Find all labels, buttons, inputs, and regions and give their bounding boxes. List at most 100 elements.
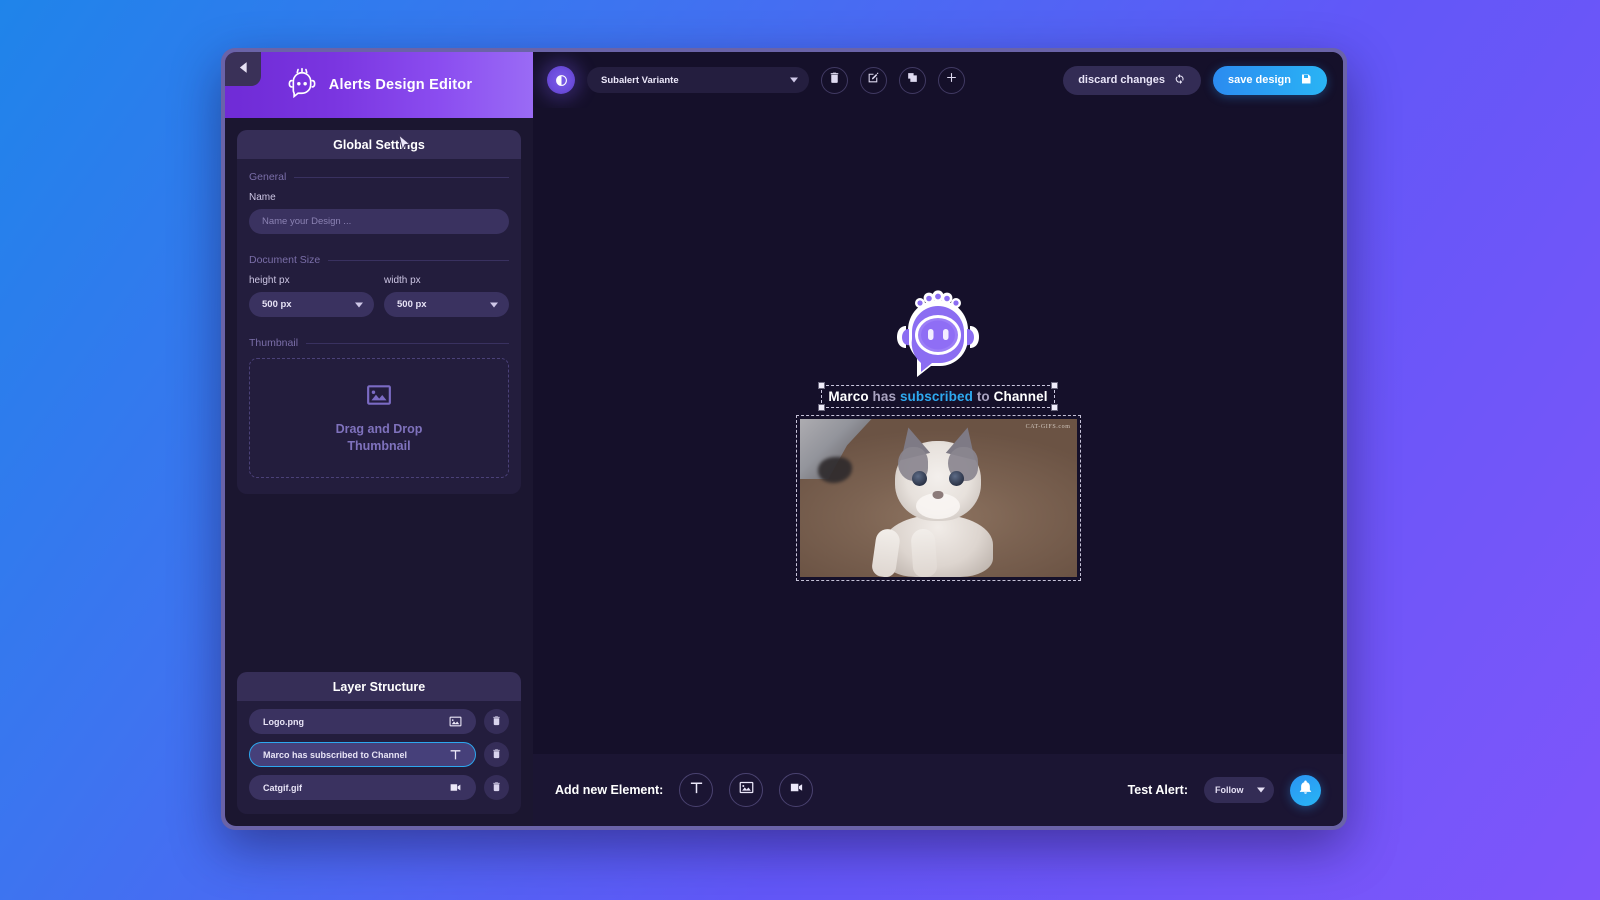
variant-select[interactable]: Subalert Variante bbox=[587, 67, 809, 93]
height-label: height px bbox=[249, 275, 290, 286]
layer-structure-title: Layer Structure bbox=[332, 679, 426, 694]
trash-icon bbox=[491, 746, 502, 764]
robot-chat-logo-icon bbox=[286, 67, 318, 103]
save-design-button[interactable]: save design bbox=[1213, 65, 1327, 95]
document-size-section-header: Document Size bbox=[249, 254, 509, 266]
width-select[interactable]: 500 px bbox=[384, 292, 509, 317]
chevron-down-icon bbox=[355, 302, 363, 307]
height-value: 500 px bbox=[262, 299, 292, 310]
plus-icon bbox=[945, 71, 958, 89]
general-section-header: General bbox=[249, 171, 509, 183]
text-segment-has: has bbox=[868, 389, 900, 404]
thumbnail-dropzone[interactable]: Drag and Drop Thumbnail bbox=[249, 358, 509, 478]
thumbnail-section-header: Thumbnail bbox=[249, 337, 509, 349]
text-segment-to: to bbox=[972, 389, 994, 404]
duplicate-variant-button[interactable] bbox=[899, 66, 926, 94]
list-item: Catgif.gif bbox=[249, 775, 509, 800]
layer-list: Logo.png Marco has subscribed to Channel bbox=[237, 701, 521, 814]
rename-variant-button[interactable] bbox=[860, 66, 887, 94]
delete-variant-button[interactable] bbox=[821, 66, 848, 94]
resize-handle-top-left[interactable] bbox=[818, 382, 826, 389]
chevron-left-icon bbox=[239, 60, 248, 78]
resize-handle-bottom-left[interactable] bbox=[818, 404, 826, 411]
trash-icon bbox=[491, 713, 502, 731]
text-segment-user: Marco bbox=[828, 389, 869, 404]
text-icon bbox=[689, 780, 704, 800]
add-variant-button[interactable] bbox=[938, 66, 965, 94]
design-name-input[interactable] bbox=[249, 209, 509, 234]
layer-item-logo[interactable]: Logo.png bbox=[249, 709, 476, 734]
discard-changes-button[interactable]: discard changes bbox=[1063, 65, 1202, 95]
delete-layer-button[interactable] bbox=[484, 709, 509, 734]
add-text-element-button[interactable] bbox=[679, 773, 714, 807]
layer-name: Marco has subscribed to Channel bbox=[263, 749, 408, 760]
video-icon bbox=[448, 781, 462, 795]
layer-item-text[interactable]: Marco has subscribed to Channel bbox=[249, 742, 476, 767]
text-segment-action: subscribed bbox=[899, 389, 973, 404]
canvas-area[interactable]: Marco has subscribed to Channel CAT-GIFS… bbox=[533, 108, 1343, 754]
edit-pencil-icon bbox=[867, 71, 880, 89]
global-settings-title: Global Settings bbox=[333, 137, 425, 152]
list-item: Logo.png bbox=[249, 709, 509, 734]
document-size-heading: Document Size bbox=[249, 254, 321, 266]
image-icon bbox=[366, 382, 392, 413]
resize-handle-bottom-right[interactable] bbox=[1050, 404, 1058, 411]
canvas-text-layer[interactable]: Marco has subscribed to Channel bbox=[818, 382, 1058, 411]
width-label: width px bbox=[384, 275, 421, 286]
canvas-stage: Marco has subscribed to Channel CAT-GIFS… bbox=[795, 288, 1081, 581]
width-value: 500 px bbox=[397, 299, 427, 310]
dropzone-line1: Drag and Drop bbox=[335, 422, 423, 436]
layer-name: Logo.png bbox=[263, 716, 304, 727]
bell-icon bbox=[1298, 780, 1313, 800]
editor-toolbar: Subalert Variante discard changes save d… bbox=[533, 52, 1343, 108]
divider bbox=[328, 259, 509, 261]
thumbnail-heading: Thumbnail bbox=[249, 337, 299, 349]
delete-layer-button[interactable] bbox=[484, 742, 509, 767]
dropzone-line2: Thumbnail bbox=[347, 438, 411, 453]
layer-name: Catgif.gif bbox=[263, 782, 302, 793]
test-alert-selected-value: Follow bbox=[1215, 785, 1244, 795]
collapse-sidebar-button[interactable] bbox=[225, 52, 261, 86]
chevron-down-icon bbox=[1257, 787, 1265, 793]
save-design-label: save design bbox=[1228, 74, 1291, 86]
discard-changes-label: discard changes bbox=[1078, 74, 1166, 86]
layer-item-gif[interactable]: Catgif.gif bbox=[249, 775, 476, 800]
layer-structure-panel: Layer Structure Logo.png Marco has subsc… bbox=[237, 672, 521, 814]
global-settings-title-bar: Global Settings bbox=[237, 130, 521, 159]
name-label: Name bbox=[249, 192, 276, 203]
text-segment-channel: Channel bbox=[993, 389, 1048, 404]
general-heading: General bbox=[249, 171, 287, 183]
divider bbox=[294, 176, 509, 178]
duplicate-icon bbox=[906, 71, 919, 89]
text-icon bbox=[448, 748, 462, 762]
trigger-test-alert-button[interactable] bbox=[1290, 774, 1321, 806]
trash-icon bbox=[491, 779, 502, 797]
refresh-icon bbox=[1174, 73, 1186, 88]
sidebar-header: Alerts Design Editor bbox=[225, 52, 533, 118]
bottom-toolbar: Add new Element: Test Alert: Follow bbox=[533, 754, 1343, 826]
canvas-logo-layer[interactable] bbox=[888, 288, 988, 380]
delete-layer-button[interactable] bbox=[484, 775, 509, 800]
height-select[interactable]: 500 px bbox=[249, 292, 374, 317]
test-alert-type-select[interactable]: Follow bbox=[1204, 777, 1274, 803]
chevron-down-icon bbox=[790, 77, 798, 83]
add-new-element-label: Add new Element: bbox=[555, 783, 664, 797]
list-item: Marco has subscribed to Channel bbox=[249, 742, 509, 767]
app-title: Alerts Design Editor bbox=[328, 77, 473, 93]
editor-panel: Subalert Variante discard changes save d… bbox=[533, 52, 1343, 826]
chevron-down-icon bbox=[490, 302, 498, 307]
dropzone-text: Drag and Drop Thumbnail bbox=[336, 421, 423, 454]
add-image-element-button[interactable] bbox=[729, 773, 764, 807]
layer-structure-title-bar: Layer Structure bbox=[237, 672, 521, 701]
image-icon bbox=[739, 780, 754, 800]
video-icon bbox=[789, 780, 804, 800]
divider bbox=[306, 342, 509, 344]
floppy-save-icon bbox=[1300, 73, 1312, 88]
contrast-toggle-icon[interactable] bbox=[547, 66, 575, 94]
add-video-element-button[interactable] bbox=[779, 773, 814, 807]
canvas-gif-layer[interactable]: CAT-GIFS.com bbox=[795, 415, 1081, 581]
resize-handle-top-right[interactable] bbox=[1050, 382, 1058, 389]
image-icon bbox=[448, 715, 462, 729]
app-window: Alerts Design Editor Global Settings Gen… bbox=[221, 48, 1347, 830]
